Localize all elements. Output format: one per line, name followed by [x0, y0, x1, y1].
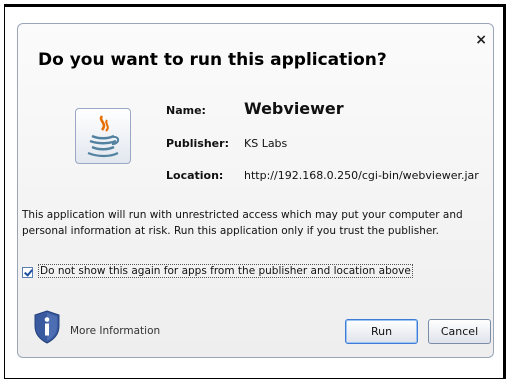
dialog-title: Do you want to run this application? [38, 50, 387, 70]
close-icon[interactable]: × [475, 32, 487, 48]
security-dialog: × Do you want to run this application? N… [17, 23, 494, 358]
more-information-link[interactable]: More Information [70, 325, 160, 337]
name-value: Webviewer [244, 99, 344, 118]
cancel-button[interactable]: Cancel [428, 319, 491, 344]
do-not-show-again-checkbox[interactable] [22, 267, 33, 278]
shield-info-icon [34, 310, 60, 344]
warning-line-2: personal information at risk. Run this a… [22, 225, 440, 237]
location-value: http://192.168.0.250/cgi-bin/webviewer.j… [244, 169, 479, 182]
security-warning: This application will run with unrestric… [22, 207, 490, 239]
java-coffee-cup-icon [75, 108, 131, 164]
warning-line-1: This application will run with unrestric… [22, 209, 463, 221]
run-button[interactable]: Run [345, 319, 418, 344]
do-not-show-again-label[interactable]: Do not show this again for apps from the… [38, 264, 413, 278]
publisher-label: Publisher: [166, 137, 229, 150]
publisher-value: KS Labs [244, 137, 288, 150]
location-label: Location: [166, 169, 224, 182]
name-label: Name: [166, 104, 206, 117]
